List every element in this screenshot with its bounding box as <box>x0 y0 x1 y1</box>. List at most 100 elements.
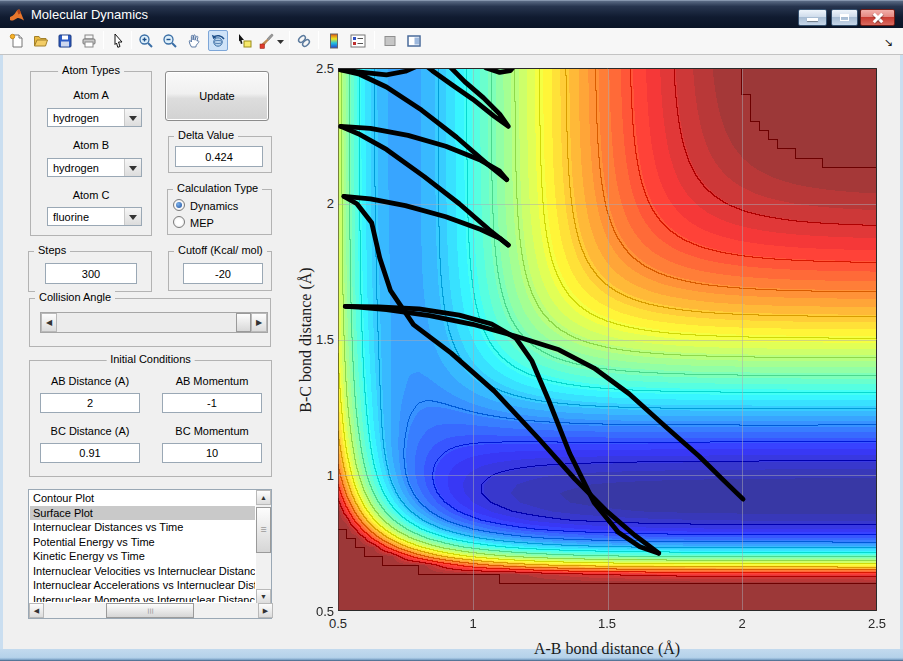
close-icon <box>861 10 894 25</box>
list-item[interactable]: Potential Energy vs Time <box>30 535 255 550</box>
atom-c-dropdown[interactable]: fluorine <box>47 207 142 226</box>
zoom-in-icon[interactable] <box>136 30 156 51</box>
zoom-out-icon[interactable] <box>160 30 180 51</box>
list-item[interactable]: Kinetic Energy vs Time <box>30 549 255 564</box>
ab-distance-field[interactable]: 2 <box>40 393 140 413</box>
toolbar-separator <box>374 31 375 49</box>
atom-types-title: Atom Types <box>58 64 124 76</box>
slider-thumb[interactable] <box>236 313 251 332</box>
open-file-icon[interactable] <box>31 30 51 51</box>
window-border-bottom <box>0 649 903 661</box>
atom-c-value: fluorine <box>48 208 124 225</box>
calculation-type-title: Calculation Type <box>173 182 262 194</box>
window-title: Molecular Dynamics <box>31 7 148 22</box>
restore-button[interactable] <box>831 9 858 26</box>
dropdown-arrow-icon[interactable] <box>124 159 141 176</box>
cutoff-title: Cutoff (Kcal/ mol) <box>174 244 267 256</box>
atom-b-label: Atom B <box>40 139 142 151</box>
figure-toolbar: ↘ <box>0 28 903 55</box>
hide-toolbar-arrow-icon[interactable]: ↘ <box>884 36 893 49</box>
plot-type-listbox[interactable]: Contour Plot Surface Plot Internuclear D… <box>28 489 272 619</box>
initial-conditions-title: Initial Conditions <box>106 353 195 365</box>
update-button[interactable]: Update <box>165 71 269 121</box>
horizontal-scrollbar[interactable]: ◀ ☰ ▶ <box>29 603 273 618</box>
save-figure-icon[interactable] <box>55 30 75 51</box>
minimize-button[interactable] <box>798 9 827 26</box>
minimize-icon <box>807 18 818 21</box>
scroll-down-arrow[interactable]: ▼ <box>256 589 271 604</box>
bc-momentum-field[interactable]: 10 <box>162 443 262 463</box>
pan-icon[interactable] <box>184 30 204 51</box>
bc-distance-field[interactable]: 0.91 <box>40 443 140 463</box>
delta-value-title: Delta Value <box>174 129 238 141</box>
collision-angle-slider[interactable]: ◀ ▶ <box>40 312 268 333</box>
list-item[interactable]: Internuclear Distances vs Time <box>30 520 255 535</box>
y-tick: 2 <box>302 196 334 211</box>
listbox-items: Contour Plot Surface Plot Internuclear D… <box>30 491 255 602</box>
scroll-right-arrow[interactable]: ▶ <box>258 603 273 618</box>
vertical-scroll-thumb[interactable]: ☰ <box>256 507 271 553</box>
atom-a-value: hydrogen <box>48 109 124 126</box>
matlab-icon <box>9 7 25 23</box>
atom-b-dropdown[interactable]: hydrogen <box>47 158 142 177</box>
toolbar-separator <box>131 31 132 49</box>
steps-field[interactable]: 300 <box>45 263 137 284</box>
hide-plot-tools-icon[interactable] <box>380 30 400 51</box>
insert-legend-icon[interactable] <box>348 30 368 51</box>
scroll-up-arrow[interactable]: ▲ <box>256 490 271 505</box>
toolbar-separator <box>289 31 290 49</box>
calculation-type-group: Calculation Type <box>167 189 272 235</box>
dynamics-radio[interactable] <box>173 199 185 211</box>
ab-momentum-field[interactable]: -1 <box>162 393 262 413</box>
slider-left-arrow[interactable]: ◀ <box>41 313 57 332</box>
show-plot-tools-icon[interactable] <box>404 30 424 51</box>
x-tick: 1.5 <box>587 616 627 631</box>
vertical-scrollbar[interactable]: ▲ ☰ ▼ <box>256 490 271 604</box>
cutoff-field[interactable]: -20 <box>183 263 263 284</box>
list-item[interactable]: Internuclear Accelerations vs Internucle… <box>30 578 255 593</box>
dropdown-arrow-icon[interactable] <box>124 208 141 225</box>
list-item[interactable]: Surface Plot <box>30 506 255 521</box>
toolbar-separator <box>103 31 104 49</box>
link-plot-icon[interactable] <box>294 30 314 51</box>
list-item[interactable]: Internuclear Momenta vs Internuclear Dis… <box>30 593 255 603</box>
atom-a-label: Atom A <box>40 89 142 101</box>
list-item[interactable]: Internuclear Velocities vs Internuclear … <box>30 564 255 579</box>
slider-right-arrow[interactable]: ▶ <box>251 313 267 332</box>
close-button[interactable] <box>860 9 895 26</box>
mep-radio[interactable] <box>173 216 185 228</box>
print-figure-icon[interactable] <box>79 30 99 51</box>
cursor-icon[interactable] <box>108 30 128 51</box>
y-tick: 0.5 <box>302 604 334 619</box>
bc-momentum-label: BC Momentum <box>162 425 262 437</box>
list-item[interactable]: Contour Plot <box>30 491 255 506</box>
pes-contour-plot[interactable] <box>338 68 877 611</box>
horizontal-scroll-thumb[interactable]: ☰ <box>106 603 194 618</box>
insert-colorbar-icon[interactable] <box>324 30 344 51</box>
data-cursor-icon[interactable] <box>234 30 254 51</box>
atom-b-value: hydrogen <box>48 159 124 176</box>
brush-data-icon[interactable] <box>256 30 276 51</box>
y-axis-label: B-C bond distance (Å) <box>297 267 315 412</box>
rotate-3d-icon[interactable] <box>208 30 228 51</box>
atom-c-label: Atom C <box>40 189 142 201</box>
delta-value-field[interactable]: 0.424 <box>175 146 263 167</box>
scroll-left-arrow[interactable]: ◀ <box>29 603 44 618</box>
toolbar-separator <box>318 31 319 49</box>
mep-label: MEP <box>190 217 214 229</box>
dynamics-label: Dynamics <box>190 200 238 212</box>
ab-distance-label: AB Distance (A) <box>40 375 140 387</box>
atom-a-dropdown[interactable]: hydrogen <box>47 108 142 127</box>
slider-track[interactable] <box>57 313 251 332</box>
window: Molecular Dynamics ↘ Atom Types Ato <box>0 0 903 661</box>
y-tick: 2.5 <box>302 61 334 76</box>
dropdown-arrow-icon[interactable] <box>124 109 141 126</box>
brush-dropdown-caret[interactable] <box>275 30 285 51</box>
new-figure-icon[interactable] <box>7 30 27 51</box>
title-bar[interactable]: Molecular Dynamics <box>0 0 903 28</box>
x-axis-label: A-B bond distance (Å) <box>534 640 680 658</box>
ab-momentum-label: AB Momentum <box>162 375 262 387</box>
x-tick: 2.5 <box>857 616 897 631</box>
x-tick: 1 <box>453 616 493 631</box>
x-tick: 2 <box>722 616 762 631</box>
